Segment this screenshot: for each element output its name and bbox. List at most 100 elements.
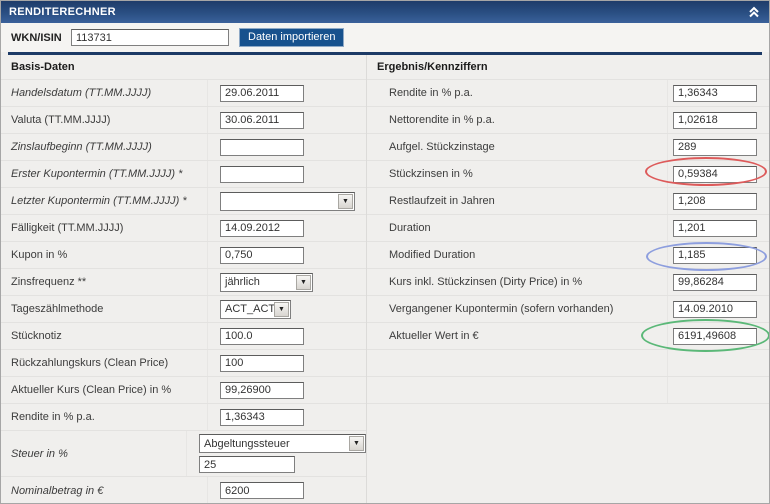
row-duration: Duration [367,215,769,242]
restlaufzeit-field[interactable] [673,192,757,210]
empty-row [367,377,769,404]
empty-label [367,350,668,376]
basis-daten-section: Basis-Daten Handelsdatum (TT.MM.JJJJ) Va… [1,55,367,503]
row-rendite-out: Rendite in % p.a. [367,80,769,107]
tageszaehlmethode-select[interactable]: ACT_ACT ▼ [220,299,291,319]
row-erster-kupontermin: Erster Kupontermin (TT.MM.JJJJ) * [1,161,366,188]
steuer-select[interactable]: Abgeltungssteuer ▼ [199,434,366,453]
empty-area [367,404,769,503]
ergebnis-section: Ergebnis/Kennziffern Rendite in % p.a. N… [367,55,769,503]
vergangener-kupontermin-label: Vergangener Kupontermin (sofern vorhande… [367,296,668,322]
row-aktueller-kurs: Aktueller Kurs (Clean Price) in % [1,377,366,404]
row-nominalbetrag: Nominalbetrag in € [1,477,366,503]
zinsfrequenz-select[interactable]: jährlich ▼ [220,272,313,292]
duration-field[interactable] [673,219,757,237]
rueckzahlungskurs-label: Rückzahlungskurs (Clean Price) [1,350,208,376]
zinsfrequenz-label: Zinsfrequenz ** [1,269,208,295]
faelligkeit-label: Fälligkeit (TT.MM.JJJJ) [1,215,208,241]
rueckzahlungskurs-input[interactable] [220,354,304,372]
stuecknotiz-label: Stücknotiz [1,323,208,349]
rendite-input[interactable] [220,408,304,426]
chevron-down-icon: ▼ [296,274,311,290]
row-restlaufzeit: Restlaufzeit in Jahren [367,188,769,215]
kupon-input[interactable] [220,246,304,264]
nettorendite-label: Nettorendite in % p.a. [367,107,668,133]
row-aktueller-wert: Aktueller Wert in € [367,323,769,350]
row-handelsdatum: Handelsdatum (TT.MM.JJJJ) [1,80,366,107]
rendite-out-field[interactable] [673,84,757,102]
chevron-down-icon: ▼ [274,301,289,317]
row-faelligkeit: Fälligkeit (TT.MM.JJJJ) [1,215,366,242]
aktueller-wert-label: Aktueller Wert in € [367,323,668,349]
select-value: ACT_ACT [225,303,276,315]
rendite-out-label: Rendite in % p.a. [367,80,668,106]
wkn-input[interactable] [71,29,229,46]
panel-header: RENDITERECHNER [1,1,769,23]
zinslaufbeginn-label: Zinslaufbeginn (TT.MM.JJJJ) [1,134,208,160]
zinslaufbeginn-input[interactable] [220,138,304,156]
row-modified-duration: Modified Duration [367,242,769,269]
dirty-price-field[interactable] [673,273,757,291]
steuersatz-input[interactable] [199,456,295,473]
row-tageszaehlmethode: Tageszählmethode ACT_ACT ▼ [1,296,366,323]
aktueller-kurs-input[interactable] [220,381,304,399]
stueckzinsen-label: Stückzinsen in % [367,161,668,187]
row-rendite-input: Rendite in % p.a. [1,404,366,431]
kupon-label: Kupon in % [1,242,208,268]
renditerechner-panel: RENDITERECHNER WKN/ISIN Daten importiere… [0,0,770,504]
handelsdatum-input[interactable] [220,84,304,102]
vergangener-kupontermin-field[interactable] [673,300,757,318]
faelligkeit-input[interactable] [220,219,304,237]
valuta-label: Valuta (TT.MM.JJJJ) [1,107,208,133]
basis-daten-title: Basis-Daten [1,55,366,80]
erster-kupontermin-label: Erster Kupontermin (TT.MM.JJJJ) * [1,161,208,187]
letzter-kupontermin-select[interactable]: ▼ [220,191,355,211]
empty-row [367,350,769,377]
row-stuecknotiz: Stücknotiz [1,323,366,350]
nettorendite-field[interactable] [673,111,757,129]
handelsdatum-label: Handelsdatum (TT.MM.JJJJ) [1,80,208,106]
row-valuta: Valuta (TT.MM.JJJJ) [1,107,366,134]
modified-duration-field[interactable] [673,246,757,264]
nominalbetrag-label: Nominalbetrag in € [1,477,208,503]
row-letzter-kupontermin: Letzter Kupontermin (TT.MM.JJJJ) * ▼ [1,188,366,215]
row-nettorendite: Nettorendite in % p.a. [367,107,769,134]
stueckzinsen-field[interactable] [673,165,757,183]
row-stueckzinstage: Aufgel. Stückzinstage [367,134,769,161]
stueckzinstage-field[interactable] [673,138,757,156]
row-rueckzahlungskurs: Rückzahlungskurs (Clean Price) [1,350,366,377]
aktueller-wert-field[interactable] [673,327,757,345]
duration-label: Duration [367,215,668,241]
select-value: jährlich [225,276,260,288]
aktueller-kurs-label: Aktueller Kurs (Clean Price) in % [1,377,208,403]
ergebnis-title: Ergebnis/Kennziffern [367,55,769,80]
chevron-double-up-icon[interactable] [747,5,761,19]
stueckzinstage-label: Aufgel. Stückzinstage [367,134,668,160]
dirty-price-label: Kurs inkl. Stückzinsen (Dirty Price) in … [367,269,668,295]
wkn-label: WKN/ISIN [11,31,62,44]
stuecknotiz-input[interactable] [220,327,304,345]
wkn-toolbar: WKN/ISIN Daten importieren [1,23,769,52]
row-stueckzinsen: Stückzinsen in % [367,161,769,188]
valuta-input[interactable] [220,111,304,129]
panel-title: RENDITERECHNER [9,6,116,18]
tageszaehlmethode-label: Tageszählmethode [1,296,208,322]
row-zinsfrequenz: Zinsfrequenz ** jährlich ▼ [1,269,366,296]
row-dirty-price: Kurs inkl. Stückzinsen (Dirty Price) in … [367,269,769,296]
row-kupon: Kupon in % [1,242,366,269]
rendite-label: Rendite in % p.a. [1,404,208,430]
chevron-down-icon: ▼ [349,436,364,451]
import-button[interactable]: Daten importieren [239,28,345,47]
modified-duration-label: Modified Duration [367,242,668,268]
erster-kupontermin-input[interactable] [220,165,304,183]
empty-label [367,377,668,403]
select-value: Abgeltungssteuer [204,437,290,450]
restlaufzeit-label: Restlaufzeit in Jahren [367,188,668,214]
nominalbetrag-input[interactable] [220,482,304,499]
chevron-down-icon: ▼ [338,193,353,209]
steuer-label: Steuer in % [1,431,187,476]
letzter-kupontermin-label: Letzter Kupontermin (TT.MM.JJJJ) * [1,188,208,214]
row-steuer: Steuer in % Abgeltungssteuer ▼ [1,431,366,477]
row-vergangener-kupontermin: Vergangener Kupontermin (sofern vorhande… [367,296,769,323]
row-zinslaufbeginn: Zinslaufbeginn (TT.MM.JJJJ) [1,134,366,161]
